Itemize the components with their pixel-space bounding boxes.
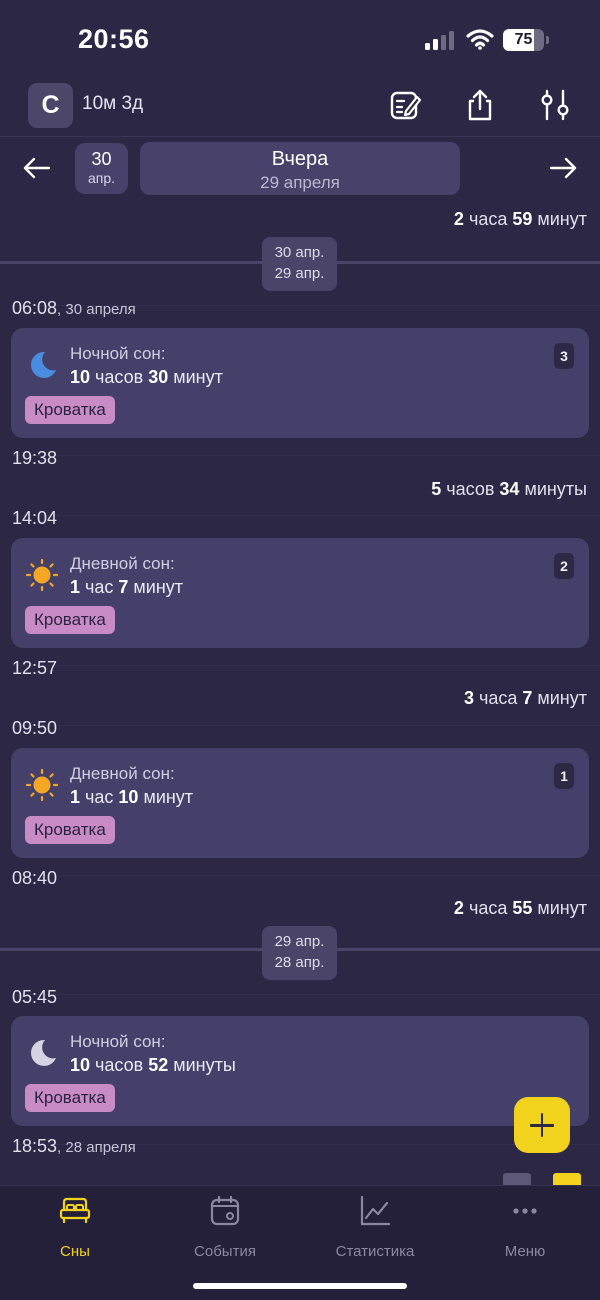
- day-boundary-chip: 30 апр. 29 апр.: [262, 237, 337, 291]
- place-tag: Кроватка: [25, 396, 115, 424]
- arrow-left-icon[interactable]: [21, 152, 53, 184]
- sleep-duration: 1 час 7 минут: [70, 577, 184, 597]
- battery-level: 75: [514, 31, 533, 48]
- add-sleep-button[interactable]: [514, 1097, 570, 1153]
- time-label: 05:45: [12, 987, 58, 1007]
- sleep-duration: 10 часов 30 минут: [70, 367, 223, 387]
- battery-icon: 75: [503, 29, 549, 51]
- sleep-index-badge: 2: [554, 553, 574, 579]
- sleep-duration: 1 час 10 минут: [70, 787, 194, 807]
- tab-sleep[interactable]: Сны: [0, 1194, 150, 1260]
- bed-icon: [59, 1197, 91, 1224]
- day-date: 29 апреля: [260, 173, 340, 192]
- time-line: [12, 455, 600, 456]
- time-label: 08:40: [12, 868, 58, 888]
- awake-duration: 2 часа 55 минут: [453, 898, 587, 918]
- place-tag: Кроватка: [25, 1084, 115, 1112]
- home-indicator: [193, 1283, 407, 1289]
- prev-day-button[interactable]: 30 апр.: [75, 143, 128, 194]
- sleep-kind: Ночной сон:: [70, 1032, 166, 1051]
- awake-duration: 5 часов 34 минуты: [431, 479, 587, 499]
- wifi-icon: [466, 29, 494, 50]
- sleep-kind: Ночной сон:: [70, 344, 166, 363]
- place-tag: Кроватка: [25, 816, 115, 844]
- tab-statistics[interactable]: Статистика: [300, 1194, 450, 1260]
- sleep-card[interactable]: Ночной сон: 10 часов 52 минуты Кроватка: [11, 1016, 589, 1126]
- status-time: 20:56: [78, 24, 150, 54]
- prev-day-number: 30: [91, 149, 112, 169]
- share-icon[interactable]: [463, 88, 497, 122]
- sleep-index-badge: 3: [554, 343, 574, 369]
- more-icon: [513, 1208, 537, 1214]
- time-label: 09:50: [12, 718, 58, 738]
- time-label: 19:38: [12, 448, 58, 468]
- arrow-right-icon[interactable]: [547, 152, 579, 184]
- sleep-card[interactable]: Ночной сон: 10 часов 30 минут Кроватка 3: [11, 328, 589, 438]
- prev-day-month: апр.: [87, 170, 116, 186]
- sun-icon: [25, 558, 59, 592]
- tab-events[interactable]: События: [150, 1194, 300, 1260]
- time-label: 18:53, 28 апреля: [12, 1136, 136, 1156]
- sun-icon: [25, 768, 59, 802]
- time-line: [12, 515, 600, 516]
- sleep-kind: Дневной сон:: [70, 764, 175, 783]
- sleep-card[interactable]: Дневной сон: 1 час 10 минут Кроватка 1: [11, 748, 589, 858]
- sleep-duration: 10 часов 52 минуты: [70, 1055, 236, 1075]
- child-age: 10м 3д: [82, 93, 144, 114]
- avatar[interactable]: С: [28, 83, 73, 128]
- moon-icon: [31, 351, 56, 378]
- awake-duration: 2 часа 59 минут: [453, 209, 587, 229]
- day-boundary-chip: 29 апр. 28 апр.: [262, 926, 337, 980]
- edit-note-icon[interactable]: [388, 88, 422, 122]
- time-label: 14:04: [12, 508, 58, 528]
- time-line: [12, 665, 600, 666]
- current-day-selector[interactable]: Вчера 29 апреля: [140, 142, 460, 195]
- list-view-toggle[interactable]: [503, 1173, 531, 1185]
- sleep-card[interactable]: Дневной сон: 1 час 7 минут Кроватка 2: [11, 538, 589, 648]
- moon-icon: [31, 1039, 56, 1066]
- chart-icon: [360, 1195, 391, 1226]
- awake-duration: 3 часа 7 минут: [463, 688, 587, 708]
- time-label: 12:57: [12, 658, 58, 678]
- tab-menu[interactable]: Меню: [450, 1194, 600, 1260]
- time-line: [12, 875, 600, 876]
- header-divider: [0, 136, 600, 137]
- time-label: 06:08, 30 апреля: [12, 298, 136, 318]
- time-line: [12, 994, 600, 995]
- grid-view-toggle[interactable]: [553, 1173, 581, 1185]
- sliders-icon[interactable]: [538, 88, 572, 122]
- sleep-kind: Дневной сон:: [70, 554, 175, 573]
- time-line: [12, 725, 600, 726]
- place-tag: Кроватка: [25, 606, 115, 634]
- day-title: Вчера: [271, 148, 329, 170]
- cellular-signal-icon: [425, 30, 457, 50]
- calendar-icon: [210, 1195, 240, 1226]
- sleep-index-badge: 1: [554, 763, 574, 789]
